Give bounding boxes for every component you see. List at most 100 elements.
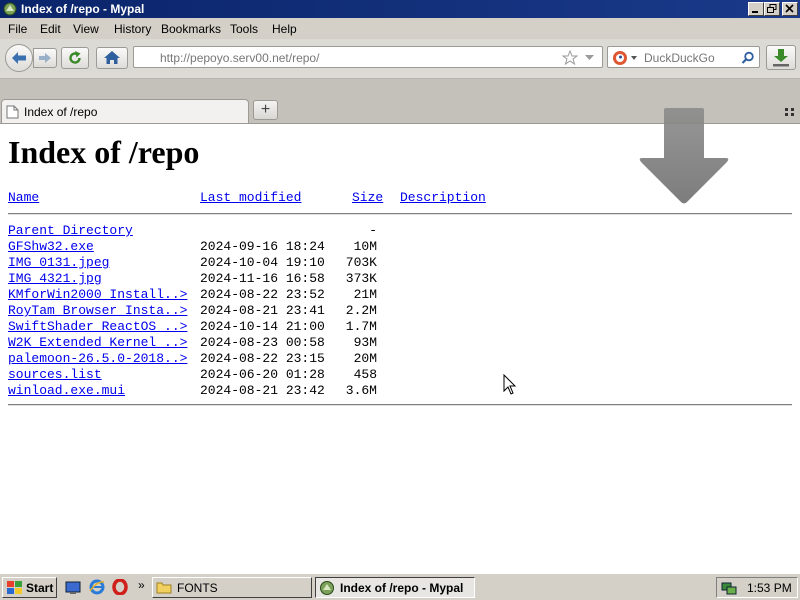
forward-button[interactable]	[33, 48, 57, 68]
folder-icon	[156, 582, 172, 594]
bookmark-star-icon[interactable]	[562, 50, 578, 65]
search-bar[interactable]: DuckDuckGo	[607, 46, 760, 68]
page-favicon-icon	[6, 105, 19, 119]
taskbar-item-fonts[interactable]: FONTS	[152, 577, 312, 598]
file-link[interactable]: KMforWin2000 Install..>	[8, 287, 187, 302]
search-icon[interactable]	[741, 51, 755, 65]
column-name-link[interactable]: Name	[8, 190, 39, 205]
column-size-link[interactable]: Size	[352, 190, 383, 205]
window-title-bar[interactable]: Index of /repo - Mypal	[0, 0, 800, 18]
new-tab-button[interactable]: +	[253, 100, 278, 120]
taskbar: Start » FONTS Index of /repo - Mypal 1:5…	[0, 573, 800, 600]
footer-divider	[8, 404, 792, 406]
duckduckgo-engine-icon[interactable]	[612, 50, 640, 66]
tab-index-of-repo[interactable]: Index of /repo	[1, 99, 249, 123]
internet-explorer-icon[interactable]	[89, 579, 105, 595]
menu-bar: File Edit View History Bookmarks Tools H…	[0, 18, 800, 39]
file-modified: 2024-08-21 23:41	[200, 303, 325, 318]
close-icon	[785, 4, 794, 13]
close-button[interactable]	[782, 2, 798, 16]
file-link[interactable]: W2K Extended Kernel ..>	[8, 335, 187, 350]
menu-help[interactable]: Help	[272, 22, 297, 36]
network-tray-icon[interactable]	[721, 580, 737, 596]
taskbar-item-label: FONTS	[177, 581, 218, 595]
file-modified: 2024-08-22 23:52	[200, 287, 325, 302]
show-desktop-icon[interactable]	[65, 580, 81, 595]
start-button[interactable]: Start	[2, 577, 57, 598]
column-modified-link[interactable]: Last modified	[200, 190, 301, 205]
url-bar[interactable]: http://pepoyo.serv00.net/repo/	[133, 46, 603, 68]
start-label: Start	[26, 581, 54, 595]
menu-history[interactable]: History	[114, 22, 151, 36]
restore-icon	[767, 4, 777, 13]
downloads-button[interactable]	[766, 45, 796, 70]
mypal-taskbar-icon	[320, 581, 334, 595]
back-arrow-icon	[12, 52, 26, 64]
taskbar-item-mypal[interactable]: Index of /repo - Mypal	[315, 577, 475, 598]
file-modified: 2024-11-16 16:58	[200, 271, 325, 286]
file-modified: 2024-10-14 21:00	[200, 319, 325, 334]
file-link[interactable]: sources.list	[8, 367, 102, 382]
windows-logo-icon	[7, 581, 22, 594]
forward-arrow-icon	[39, 53, 51, 63]
navigation-toolbar: http://pepoyo.serv00.net/repo/ DuckDuckG…	[0, 39, 800, 79]
menu-file[interactable]: File	[8, 22, 27, 36]
file-modified: 2024-10-04 19:10	[200, 255, 325, 270]
file-size: 458	[353, 367, 377, 382]
reload-icon	[69, 51, 81, 64]
restore-button[interactable]	[764, 2, 780, 16]
mypal-app-icon	[3, 2, 17, 16]
home-icon	[104, 51, 120, 64]
minimize-button[interactable]	[748, 2, 764, 16]
file-modified: 2024-06-20 01:28	[200, 367, 325, 382]
download-icon	[773, 49, 789, 67]
file-link[interactable]: winload.exe.mui	[8, 383, 125, 398]
tab-title: Index of /repo	[24, 105, 98, 119]
file-modified: 2024-09-16 18:24	[200, 239, 325, 254]
url-dropdown-icon[interactable]	[584, 54, 595, 61]
file-size: 20M	[353, 351, 377, 366]
header-divider	[8, 213, 792, 215]
column-description-link[interactable]: Description	[400, 190, 486, 205]
taskbar-item-label: Index of /repo - Mypal	[340, 581, 464, 595]
clock: 1:53 PM	[747, 581, 792, 595]
file-size: 1.7M	[345, 319, 377, 334]
url-text: http://pepoyo.serv00.net/repo/	[160, 51, 320, 65]
search-placeholder: DuckDuckGo	[644, 51, 715, 65]
mouse-cursor-icon	[503, 374, 517, 395]
file-size: 93M	[353, 335, 377, 350]
tab-list-icon[interactable]	[784, 107, 796, 117]
file-link[interactable]: palemoon-26.5.0-2018..>	[8, 351, 187, 366]
menu-edit[interactable]: Edit	[40, 22, 61, 36]
window-title: Index of /repo - Mypal	[21, 2, 145, 16]
file-size: 10M	[353, 239, 377, 254]
menu-bookmarks[interactable]: Bookmarks	[161, 22, 221, 36]
file-size: 3.6M	[345, 383, 377, 398]
file-link[interactable]: RoyTam Browser Insta..>	[8, 303, 187, 318]
file-modified: 2024-08-21 23:42	[200, 383, 325, 398]
menu-view[interactable]: View	[73, 22, 99, 36]
opera-icon[interactable]	[112, 579, 128, 595]
file-size: 2.2M	[345, 303, 377, 318]
file-modified: 2024-08-22 23:15	[200, 351, 325, 366]
page-heading: Index of /repo	[8, 134, 200, 170]
system-tray: 1:53 PM	[716, 577, 798, 598]
file-link[interactable]: IMG_4321.jpg	[8, 271, 102, 286]
file-size: 373K	[345, 271, 377, 286]
file-link[interactable]: IMG_0131.jpeg	[8, 255, 109, 270]
file-link[interactable]: SwiftShader ReactOS ..>	[8, 319, 187, 334]
back-button[interactable]	[5, 44, 33, 72]
menu-tools[interactable]: Tools	[230, 22, 258, 36]
file-modified: 2024-08-23 00:58	[200, 335, 325, 350]
file-link[interactable]: GFShw32.exe	[8, 239, 94, 254]
page-content: Index of /repo Name Last modified Size D…	[0, 108, 800, 574]
home-button[interactable]	[96, 47, 128, 69]
minimize-icon	[752, 11, 758, 13]
download-overlay-arrow-icon	[639, 108, 729, 204]
file-size: 21M	[353, 287, 377, 302]
quicklaunch-more[interactable]: »	[138, 578, 145, 592]
file-size: 703K	[345, 255, 377, 270]
reload-button[interactable]	[61, 47, 89, 69]
file-link[interactable]: Parent Directory	[8, 223, 133, 238]
file-size: -	[369, 223, 377, 238]
